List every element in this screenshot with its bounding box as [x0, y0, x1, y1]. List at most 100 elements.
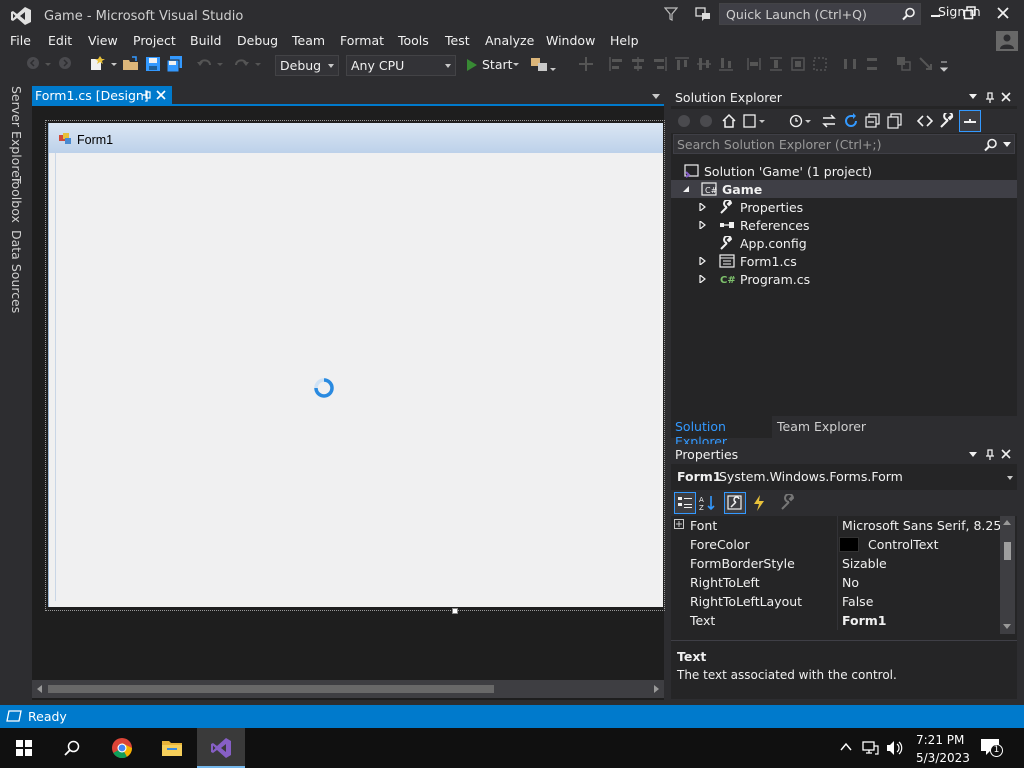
property-row-forecolor[interactable]: ForeColor ControlText: [671, 535, 999, 554]
tree-item-program-cs[interactable]: C# Program.cs: [671, 270, 1017, 288]
close-window-button[interactable]: [996, 6, 1010, 20]
menu-analyze[interactable]: Analyze: [485, 33, 534, 48]
alphabetical-view-icon[interactable]: AZ: [699, 494, 717, 512]
collapsed-arrow-icon[interactable]: [699, 275, 707, 283]
taskbar-search-button[interactable]: [48, 728, 96, 768]
pin-icon[interactable]: [140, 89, 152, 101]
align-left-icon[interactable]: [608, 56, 624, 72]
horizontal-spacing-icon[interactable]: [842, 56, 858, 72]
property-value[interactable]: No: [842, 575, 859, 590]
events-lightning-icon[interactable]: [751, 494, 767, 512]
server-explorer-tab[interactable]: Server Explorer: [9, 86, 24, 183]
collapsed-arrow-icon[interactable]: [699, 203, 707, 211]
component-icon[interactable]: [530, 55, 556, 75]
designer-horizontal-scrollbar[interactable]: [32, 680, 664, 698]
form-resize-handle[interactable]: [452, 608, 458, 614]
categorized-view-icon[interactable]: [674, 492, 696, 514]
expand-plus-icon[interactable]: [674, 519, 684, 529]
start-button[interactable]: [0, 728, 48, 768]
designer-form-window[interactable]: Form1: [48, 123, 663, 607]
tab-solution-explorer[interactable]: Solution Explorer: [671, 416, 772, 449]
tree-item-solution[interactable]: Solution 'Game' (1 project): [671, 162, 1017, 180]
collapsed-arrow-icon[interactable]: [699, 221, 707, 229]
menu-team[interactable]: Team: [292, 33, 325, 48]
property-value[interactable]: Form1: [842, 613, 887, 628]
menu-format[interactable]: Format: [340, 33, 384, 48]
view-code-icon[interactable]: [917, 113, 933, 129]
document-tab-form1-design[interactable]: Form1.cs [Design]: [32, 86, 172, 105]
chevron-down-icon[interactable]: [254, 56, 262, 70]
taskbar-clock-date[interactable]: 5/3/2023: [916, 751, 970, 765]
properties-view-icon[interactable]: [724, 492, 746, 514]
sync-with-active-document-icon[interactable]: [821, 113, 837, 129]
history-icon[interactable]: [789, 113, 813, 129]
tree-item-properties[interactable]: Properties: [671, 198, 1017, 216]
pin-icon[interactable]: [985, 449, 995, 461]
menu-tools[interactable]: Tools: [398, 33, 429, 48]
pending-changes-icon[interactable]: [743, 113, 765, 129]
solution-platform-select[interactable]: Any CPU: [346, 55, 456, 76]
toolbar-options-icon[interactable]: [940, 60, 948, 72]
menu-view[interactable]: View: [88, 33, 118, 48]
redo-icon[interactable]: [232, 56, 250, 72]
data-sources-tab[interactable]: Data Sources: [9, 230, 24, 313]
tree-item-app-config[interactable]: App.config: [671, 234, 1017, 252]
align-bottom-icon[interactable]: [718, 56, 734, 72]
panel-options-chevron-icon[interactable]: [969, 94, 977, 100]
volume-icon[interactable]: [886, 740, 904, 756]
make-same-size-icon[interactable]: [790, 56, 806, 72]
feedback-icon[interactable]: [694, 6, 712, 22]
solution-explorer-search-input[interactable]: Search Solution Explorer (Ctrl+;): [673, 134, 1015, 154]
scroll-right-arrow-icon[interactable]: [654, 685, 659, 693]
tree-item-game-project[interactable]: C# Game: [671, 180, 1017, 198]
vertical-spacing-icon[interactable]: [864, 56, 880, 72]
chevron-down-icon[interactable]: [216, 56, 224, 70]
taskbar-clock-time[interactable]: 7:21 PM: [916, 733, 964, 747]
scroll-left-arrow-icon[interactable]: [37, 685, 42, 693]
undo-icon[interactable]: [196, 56, 214, 72]
chevron-down-icon[interactable]: [1003, 142, 1011, 148]
properties-object-selector[interactable]: Form1 System.Windows.Forms.Form: [671, 466, 1017, 488]
home-icon[interactable]: [721, 113, 737, 129]
properties-wrench-icon[interactable]: [939, 113, 955, 129]
refresh-icon[interactable]: [843, 113, 859, 129]
scrollbar-thumb[interactable]: [48, 685, 494, 693]
preview-selected-items-icon[interactable]: [959, 110, 981, 132]
close-panel-icon[interactable]: [1001, 92, 1011, 102]
menu-window[interactable]: Window: [546, 33, 595, 48]
property-value[interactable]: ControlText: [868, 537, 938, 552]
toolbox-tab[interactable]: Toolbox: [9, 176, 24, 223]
tab-order-icon[interactable]: [918, 56, 934, 72]
bring-to-front-icon[interactable]: [896, 56, 912, 72]
scroll-down-arrow-icon[interactable]: [1003, 624, 1011, 630]
menu-help[interactable]: Help: [610, 33, 639, 48]
property-row-righttoleft[interactable]: RightToLeft No: [671, 573, 999, 592]
menu-file[interactable]: File: [10, 33, 31, 48]
notification-center-button[interactable]: 1: [980, 738, 1004, 760]
property-row-righttoleftlayout[interactable]: RightToLeftLayout False: [671, 592, 999, 611]
network-icon[interactable]: [862, 740, 880, 756]
menu-test[interactable]: Test: [445, 33, 470, 48]
make-same-height-icon[interactable]: [768, 56, 784, 72]
open-file-icon[interactable]: [122, 56, 140, 72]
size-to-grid-icon[interactable]: [812, 56, 828, 72]
close-panel-icon[interactable]: [1001, 449, 1011, 459]
property-value[interactable]: False: [842, 594, 873, 609]
property-row-font[interactable]: Font Microsoft Sans Serif, 8.25pt: [671, 516, 1014, 535]
panel-options-chevron-icon[interactable]: [969, 452, 977, 458]
new-project-icon[interactable]: [88, 56, 106, 72]
back-icon[interactable]: [677, 114, 691, 128]
align-middle-icon[interactable]: [696, 56, 712, 72]
tree-item-form1-cs[interactable]: Form1.cs: [671, 252, 1017, 270]
account-icon[interactable]: [996, 31, 1018, 51]
chevron-down-icon[interactable]: [110, 56, 118, 70]
scrollbar-thumb[interactable]: [1004, 542, 1011, 560]
property-row-text[interactable]: Text Form1: [671, 611, 999, 630]
save-icon[interactable]: [145, 56, 161, 72]
show-hidden-icons-chevron-icon[interactable]: [840, 742, 852, 752]
tab-team-explorer[interactable]: Team Explorer: [777, 419, 866, 434]
collapsed-arrow-icon[interactable]: [699, 257, 707, 265]
taskbar-file-explorer-button[interactable]: [148, 728, 196, 768]
align-top-icon[interactable]: [674, 56, 690, 72]
save-all-icon[interactable]: [166, 56, 184, 72]
